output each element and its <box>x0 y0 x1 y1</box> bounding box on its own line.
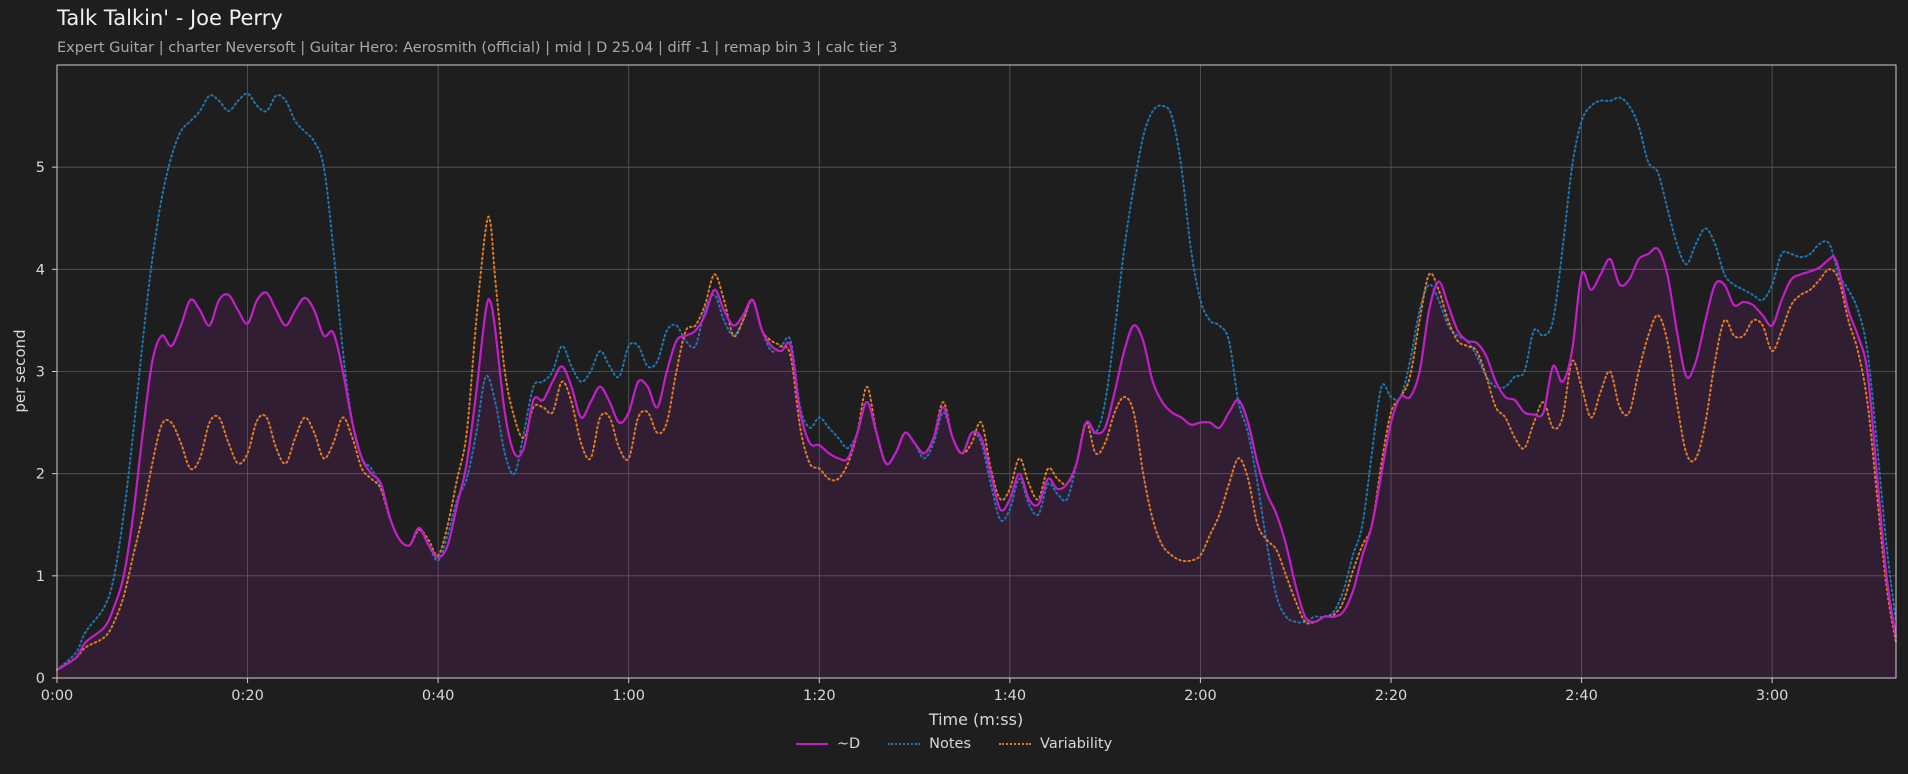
y-tick-label: 1 <box>36 569 45 585</box>
line-chart: 0:00 0:20 0:40 1:00 1:20 1:40 2:00 2:20 2:40 3:00… <box>11 64 1898 729</box>
x-tick-label: 0:20 <box>231 688 264 704</box>
legend-item-1: Notes <box>888 736 971 752</box>
x-axis-label: Time (m:ss) <box>928 710 1023 729</box>
legend-item-0: ~D <box>795 736 861 752</box>
x-tick-label: 1:00 <box>612 688 645 704</box>
x-tick-label: 0:40 <box>422 688 455 704</box>
legend-label: Variability <box>1040 736 1113 752</box>
legend-label: ~D <box>836 736 861 752</box>
x-tick-label: 0:00 <box>41 688 74 704</box>
x-tick-label: 1:40 <box>994 688 1027 704</box>
legend-item-2: Variability <box>999 736 1112 752</box>
x-tick-label: 2:40 <box>1565 688 1598 704</box>
x-tick-label: 2:20 <box>1375 688 1408 704</box>
chart-legend: ~D Notes Variability <box>0 736 1908 752</box>
series-area-0 <box>57 247 1896 678</box>
y-tick-label: 5 <box>36 160 45 176</box>
legend-swatch <box>795 743 828 745</box>
x-tick-label: 3:00 <box>1756 688 1789 704</box>
legend-swatch <box>888 743 921 745</box>
y-axis-label: per second <box>11 329 29 412</box>
legend-swatch <box>999 743 1032 745</box>
legend-label: Notes <box>929 736 972 752</box>
y-tick-label: 2 <box>36 467 45 483</box>
x-tick-label: 2:00 <box>1184 688 1217 704</box>
y-tick-label: 4 <box>36 262 45 278</box>
x-tick-label: 1:20 <box>803 688 836 704</box>
fill-layer <box>57 247 1896 678</box>
y-tick-label: 3 <box>36 365 45 381</box>
y-tick-label: 0 <box>36 671 45 687</box>
